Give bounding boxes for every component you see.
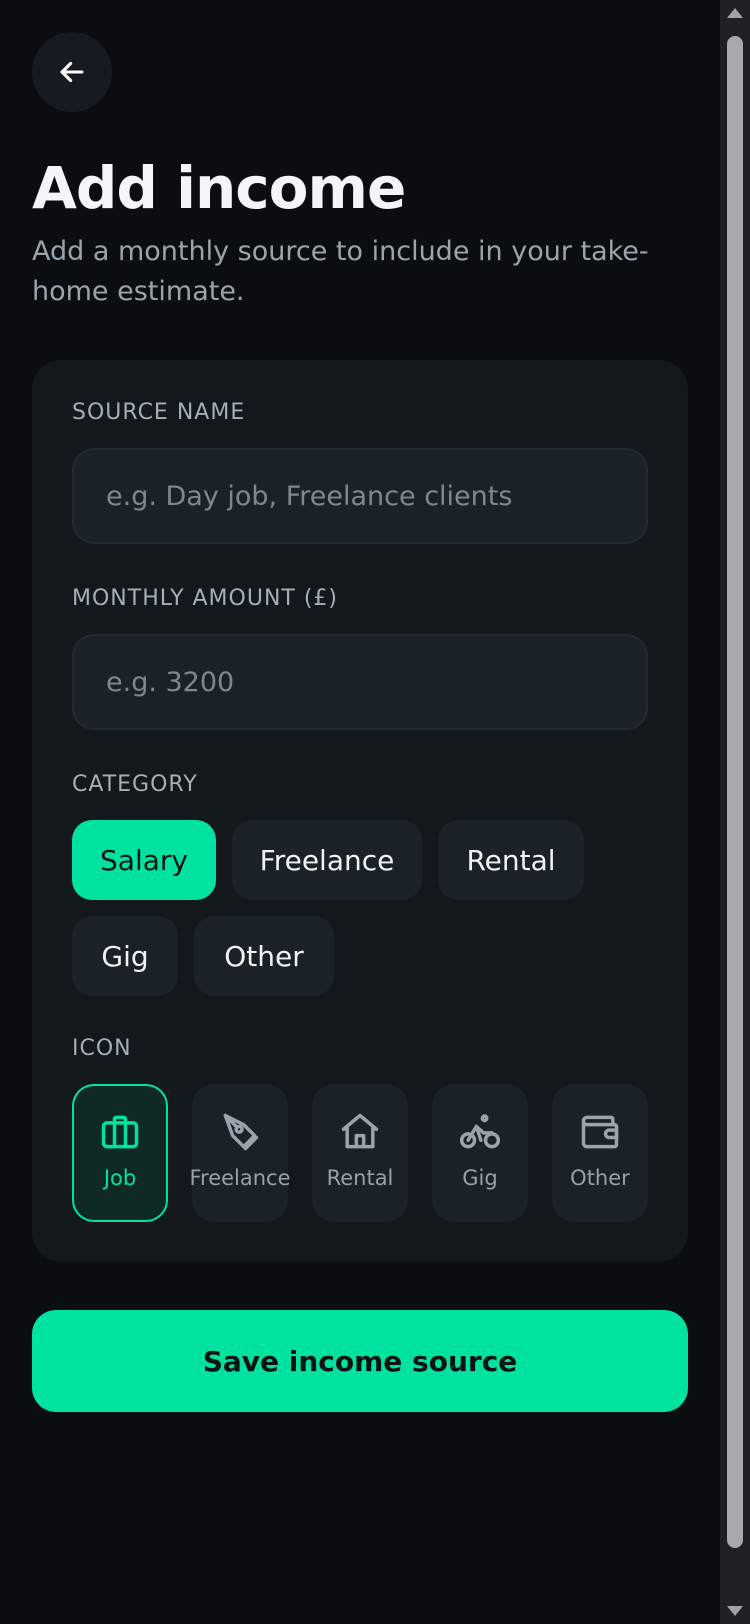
icon-option-label: Rental (326, 1166, 394, 1190)
icon-option-job[interactable]: Job (72, 1084, 168, 1222)
icon-option-label: Other (570, 1166, 630, 1190)
category-chip-gig[interactable]: Gig (72, 916, 178, 996)
scroll-up-arrow-icon[interactable] (727, 8, 743, 18)
category-chip-rental[interactable]: Rental (438, 820, 584, 900)
category-chip-freelance[interactable]: Freelance (232, 820, 422, 900)
bicycle-icon (458, 1110, 502, 1154)
save-income-button[interactable]: Save income source (32, 1310, 688, 1412)
monthly-amount-input[interactable] (72, 634, 648, 730)
scroll-down-arrow-icon[interactable] (727, 1606, 743, 1616)
icon-option-label: Freelance (189, 1166, 291, 1190)
icon-option-label: Gig (462, 1166, 498, 1190)
category-chip-salary[interactable]: Salary (72, 820, 216, 900)
back-button[interactable] (32, 32, 112, 112)
page-title: Add income (32, 154, 406, 222)
arrow-left-icon (60, 61, 84, 83)
icon-option-other[interactable]: Other (552, 1084, 648, 1222)
category-label: CATEGORY (72, 772, 198, 797)
source-name-label: SOURCE NAME (72, 400, 246, 425)
pen-nib-icon (218, 1110, 262, 1154)
house-icon (338, 1110, 382, 1154)
icon-label: ICON (72, 1036, 132, 1061)
source-name-input[interactable] (72, 448, 648, 544)
category-chip-other[interactable]: Other (194, 916, 334, 996)
page-subtitle: Add a monthly source to include in your … (32, 236, 649, 307)
income-form-card: SOURCE NAME MONTHLY AMOUNT (£) CATEGORY … (32, 360, 688, 1262)
vertical-scrollbar[interactable] (720, 0, 750, 1624)
icon-option-label: Job (103, 1166, 137, 1190)
wallet-icon (578, 1110, 622, 1154)
app-screen: Add income Add a monthly source to inclu… (0, 0, 720, 1624)
icon-option-rental[interactable]: Rental (312, 1084, 408, 1222)
monthly-amount-label: MONTHLY AMOUNT (£) (72, 586, 339, 611)
briefcase-icon (98, 1110, 142, 1154)
icon-option-freelance[interactable]: Freelance (189, 1084, 291, 1222)
icon-option-gig[interactable]: Gig (432, 1084, 528, 1222)
scrollbar-thumb[interactable] (727, 36, 743, 1548)
